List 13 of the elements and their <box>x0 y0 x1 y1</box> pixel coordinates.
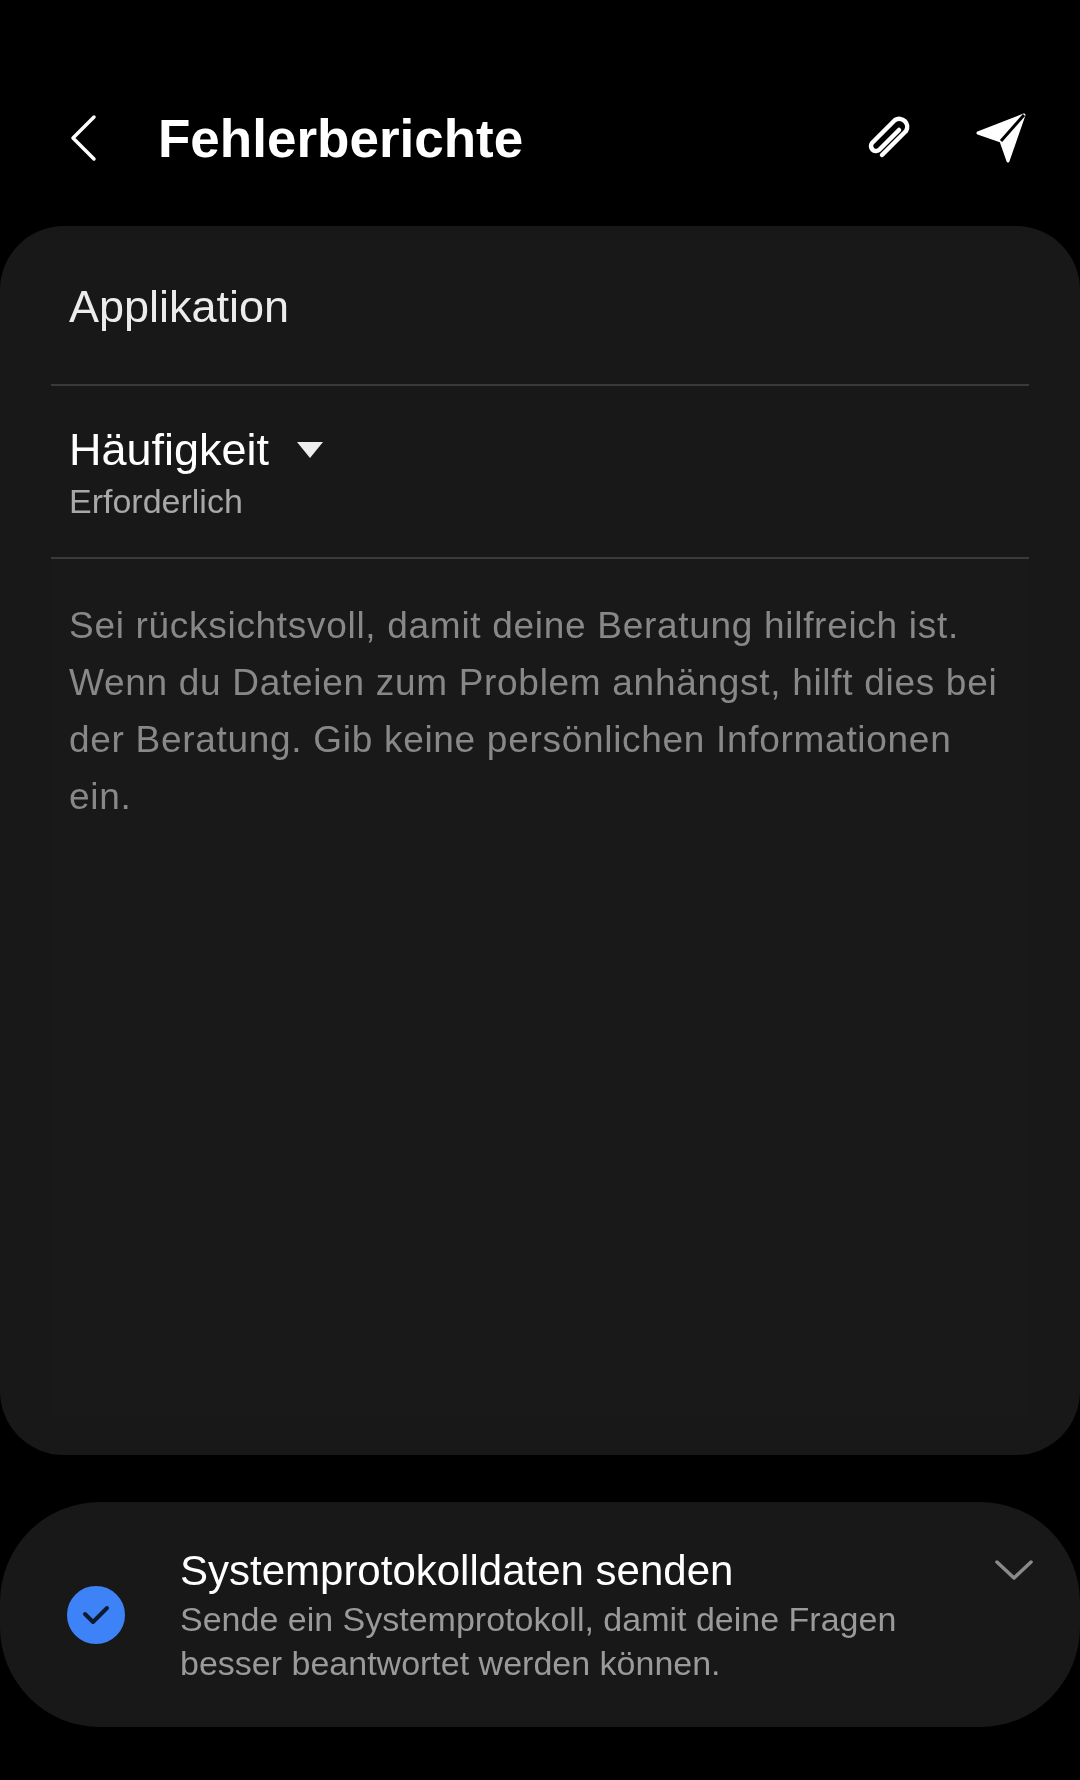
dropdown-arrow-icon <box>295 440 326 460</box>
back-icon <box>68 114 98 162</box>
send-button[interactable] <box>974 111 1028 165</box>
page-title: Fehlerberichte <box>158 107 524 169</box>
option-title: Systemprotokolldaten senden <box>180 1545 735 1596</box>
option-description: Sende ein Systemprotokoll, damit deine Fragen besser beantwortet werden können. <box>180 1598 898 1684</box>
frequency-dropdown[interactable]: Häufigkeit <box>69 424 326 476</box>
back-button[interactable] <box>68 114 98 162</box>
checkbox[interactable] <box>67 1585 125 1644</box>
expand-chevron-button[interactable] <box>994 1558 1034 1582</box>
send-icon <box>974 111 1028 165</box>
required-hint: Erforderlich <box>69 482 243 521</box>
check-icon <box>81 1603 111 1626</box>
